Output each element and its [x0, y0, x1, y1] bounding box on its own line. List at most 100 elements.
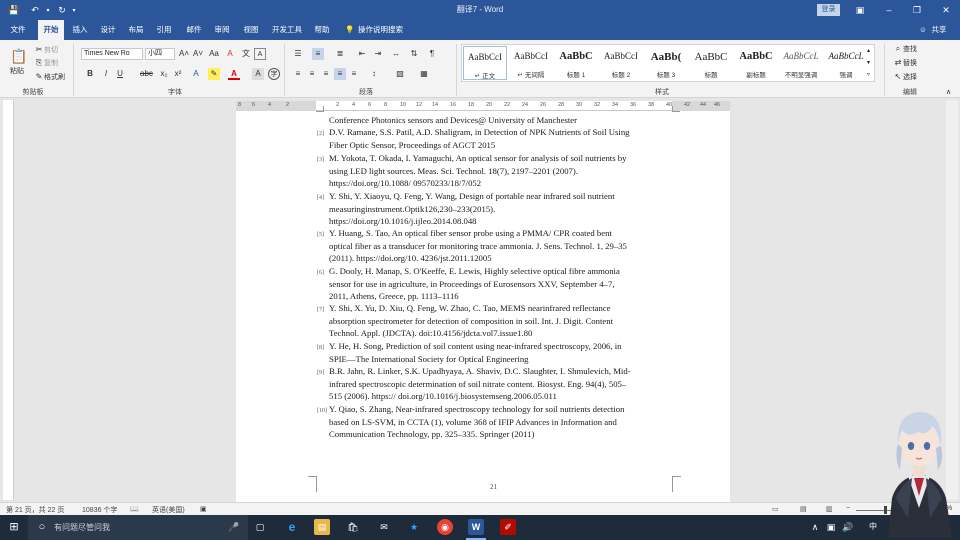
style-title[interactable]: AaBbC 标题: [689, 46, 733, 80]
gallery-down-icon[interactable]: ▾: [867, 59, 870, 66]
font-size-select[interactable]: 小四: [145, 48, 175, 60]
style-no-spacing[interactable]: AaBbCcI ↵ 无间隔: [509, 46, 553, 80]
tab-home[interactable]: 开始: [38, 20, 64, 40]
copy-button[interactable]: ⎘ 复制: [34, 58, 58, 68]
align-center-icon[interactable]: ≡: [306, 68, 318, 80]
italic-icon[interactable]: I: [100, 68, 112, 80]
numbering-icon[interactable]: ≡: [312, 48, 324, 60]
phonetic-guide-icon[interactable]: 文: [240, 48, 252, 60]
tab-insert[interactable]: 插入: [68, 20, 92, 40]
style-heading-1[interactable]: AaBbC 标题 1: [554, 46, 598, 80]
highlight-icon[interactable]: ✎: [208, 68, 220, 80]
reference-entry[interactable]: [7] Y. Shi, X. Yu, D. Xiu, Q. Feng, W. Z…: [317, 302, 673, 340]
page-count[interactable]: 第 21 页，共 22 页: [6, 505, 64, 515]
tab-help[interactable]: 帮助: [310, 20, 334, 40]
gallery-up-icon[interactable]: ▴: [867, 47, 870, 54]
reference-entry[interactable]: Conference Photonics sensors and Devices…: [329, 114, 673, 127]
character-shading-icon[interactable]: A: [252, 68, 264, 80]
increase-indent-icon[interactable]: ⇥: [372, 48, 384, 60]
language-indicator[interactable]: 英语(美国): [152, 505, 185, 515]
word-count[interactable]: 10836 个字: [82, 505, 117, 515]
read-mode-icon[interactable]: ▭: [772, 505, 779, 513]
style-subtle-emphasis[interactable]: AaBbCcL 不明显强调: [779, 46, 823, 80]
input-method-indicator[interactable]: 中: [868, 519, 878, 535]
reference-entry[interactable]: [5] Y. Huang, S. Tao, An optical fiber s…: [317, 227, 673, 265]
close-icon[interactable]: ✕: [938, 3, 954, 17]
reference-entry[interactable]: [4] Y. Shi, Y. Xiaoyu, Q. Feng, Y. Wang,…: [317, 190, 673, 228]
pdf-reader-icon[interactable]: ✐: [500, 519, 516, 535]
tray-expand-icon[interactable]: ∧: [810, 519, 820, 535]
web-layout-icon[interactable]: ▥: [826, 505, 833, 513]
text-effects-icon[interactable]: A: [190, 68, 202, 80]
subscript-icon[interactable]: x₂: [158, 68, 170, 80]
decrease-indent-icon[interactable]: ⇤: [356, 48, 368, 60]
enclose-characters-icon[interactable]: A: [254, 48, 266, 60]
style-heading-3[interactable]: AaBb( 标题 3: [644, 46, 688, 80]
word-icon[interactable]: W: [468, 519, 484, 535]
gallery-more-icon[interactable]: ▿: [867, 71, 870, 78]
replace-button[interactable]: ⇄ 替换: [893, 58, 917, 68]
maximize-icon[interactable]: ❐: [909, 3, 925, 17]
bold-icon[interactable]: B: [84, 68, 96, 80]
format-painter-button[interactable]: ✎ 格式刷: [34, 72, 65, 82]
reference-entry[interactable]: [6] G. Dooly, H. Manap, S. O'Keeffe, E. …: [317, 265, 673, 303]
distributed-icon[interactable]: ≡: [348, 68, 360, 80]
store-icon[interactable]: 🛍: [345, 519, 361, 535]
style-emphasis[interactable]: AaBbCcL 强调: [824, 46, 868, 80]
reference-entry[interactable]: [10] Y. Qiao, S. Zhang, Near-infrared sp…: [317, 403, 673, 441]
app-star-icon[interactable]: ★: [406, 519, 422, 535]
select-button[interactable]: ↖ 选择: [893, 72, 917, 82]
reference-entry[interactable]: [9] B.R. Jahn, R. Linker, S.K. Upadhyaya…: [317, 365, 673, 403]
font-family-select[interactable]: Times New Ro: [81, 48, 143, 60]
network-icon[interactable]: ▣: [826, 519, 836, 535]
reference-entry[interactable]: [8] Y. He, H. Song, Prediction of soil c…: [317, 340, 673, 365]
chinese-layout-icon[interactable]: ↔: [390, 48, 402, 60]
font-color-icon[interactable]: A: [228, 68, 240, 80]
shading-icon[interactable]: ▧: [394, 68, 406, 80]
style-heading-2[interactable]: AaBbCcI 标题 2: [599, 46, 643, 80]
shrink-font-icon[interactable]: A˅: [192, 48, 204, 60]
tab-layout[interactable]: 布局: [124, 20, 148, 40]
paste-icon[interactable]: 📋: [9, 46, 29, 66]
microphone-icon[interactable]: 🎤: [226, 519, 242, 535]
collapse-ribbon-icon[interactable]: ∧: [946, 88, 951, 96]
mail-icon[interactable]: ✉: [376, 519, 392, 535]
paste-label[interactable]: 粘贴: [10, 66, 24, 76]
tab-review[interactable]: 审阅: [210, 20, 234, 40]
clear-formatting-icon[interactable]: A: [224, 48, 236, 60]
windows-start-icon[interactable]: ⊞: [6, 519, 22, 535]
multilevel-list-icon[interactable]: ≣: [334, 48, 346, 60]
reference-entry[interactable]: [3] M. Yokota, T. Okada, I. Yamaguchi, A…: [317, 152, 673, 190]
zoom-out-icon[interactable]: −: [846, 505, 850, 512]
style-normal[interactable]: AaBbCcI ↵ 正文: [463, 46, 507, 80]
tab-references[interactable]: 引用: [152, 20, 176, 40]
strikethrough-icon[interactable]: abc: [140, 68, 153, 80]
print-layout-icon[interactable]: ▤: [800, 505, 807, 513]
reference-entry[interactable]: [2] D.V. Ramane, S.S. Patil, A.D. Shalig…: [317, 126, 673, 151]
edge-icon[interactable]: e: [284, 519, 300, 535]
tab-file[interactable]: 文件: [6, 20, 30, 40]
justify-icon[interactable]: ≡: [334, 68, 346, 80]
cortana-icon[interactable]: ○: [34, 519, 50, 535]
find-button[interactable]: ⌕ 查找: [893, 44, 917, 54]
line-spacing-icon[interactable]: ↕: [368, 68, 380, 80]
enclosed-char-icon[interactable]: 字: [268, 68, 280, 80]
share-button[interactable]: 共享: [929, 20, 949, 40]
taskbar-search-box[interactable]: 有问题尽管问我: [28, 515, 248, 540]
chrome-icon[interactable]: ◉: [437, 519, 453, 535]
tab-design[interactable]: 设计: [96, 20, 120, 40]
volume-icon[interactable]: 🔊: [842, 519, 853, 535]
file-explorer-icon[interactable]: ▤: [314, 519, 330, 535]
login-button[interactable]: 登录: [817, 4, 840, 16]
grow-font-icon[interactable]: A˄: [178, 48, 190, 60]
tell-me-search[interactable]: 操作说明搜索: [358, 20, 414, 40]
bullets-icon[interactable]: ☰: [292, 48, 304, 60]
change-case-icon[interactable]: Aa: [208, 48, 220, 60]
macro-record-icon[interactable]: ▣: [200, 505, 207, 513]
align-right-icon[interactable]: ≡: [320, 68, 332, 80]
borders-icon[interactable]: ▦: [418, 68, 430, 80]
proofing-icon[interactable]: 📖: [130, 505, 139, 513]
superscript-icon[interactable]: x²: [172, 68, 184, 80]
share-icon[interactable]: ☺: [918, 20, 928, 40]
underline-icon[interactable]: U: [114, 68, 126, 80]
